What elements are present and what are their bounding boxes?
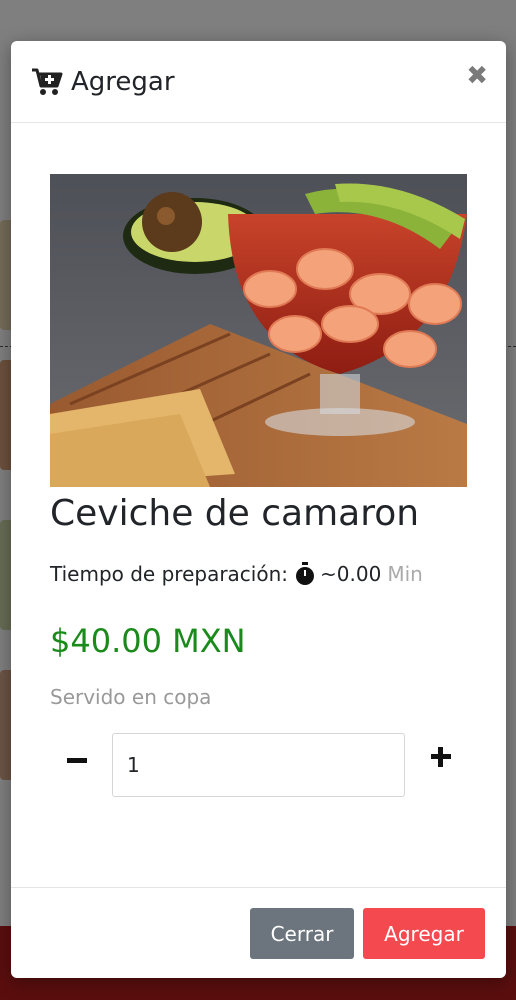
minus-icon[interactable] [61,745,93,777]
modal-header: Agregar ✖ [11,41,506,123]
quantity-input[interactable] [112,733,405,797]
close-icon[interactable]: ✖ [466,63,488,89]
modal-title: Agregar [71,66,175,97]
product-description: Servido en copa [50,685,212,709]
add-to-cart-modal: Agregar ✖ Ceviche de camaron Tiempo de p… [11,41,506,978]
prep-time-value: ~0.00 [320,562,382,586]
add-button[interactable]: Agregar [363,908,485,959]
prep-time: Tiempo de preparación: ~0.00 Min [50,562,423,586]
close-button[interactable]: Cerrar [250,908,354,959]
prep-time-unit: Min [387,562,423,586]
product-image [50,174,467,487]
product-name: Ceviche de camaron [50,493,420,534]
prep-time-label: Tiempo de preparación: [50,562,289,586]
plus-icon[interactable] [425,741,457,773]
product-price: $40.00 MXN [50,622,246,660]
stopwatch-icon [294,562,316,586]
cart-plus-icon [31,67,63,97]
quantity-stepper [11,733,506,799]
modal-footer: Cerrar Agregar [11,887,506,978]
modal-body: Ceviche de camaron Tiempo de preparación… [11,123,506,887]
